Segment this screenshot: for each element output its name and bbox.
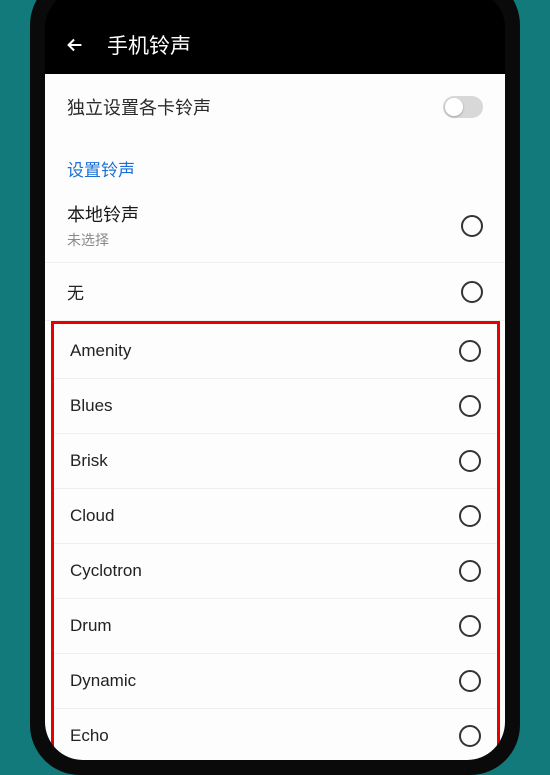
dual-sim-toggle-label: 独立设置各卡铃声 bbox=[67, 94, 211, 120]
ringtone-label: Drum bbox=[70, 616, 112, 636]
phone-frame: 手机铃声 独立设置各卡铃声 设置铃声 本地铃声 未选择 无 bbox=[30, 0, 520, 775]
radio-unchecked-icon bbox=[459, 505, 481, 527]
none-ringtone-label: 无 bbox=[67, 279, 84, 304]
none-ringtone-row[interactable]: 无 bbox=[45, 263, 505, 321]
radio-unchecked-icon bbox=[459, 670, 481, 692]
radio-unchecked-icon bbox=[461, 281, 483, 303]
ringtone-label: Dynamic bbox=[70, 671, 136, 691]
local-ringtone-row[interactable]: 本地铃声 未选择 bbox=[45, 189, 505, 263]
ringtone-label: Cyclotron bbox=[70, 561, 142, 581]
radio-unchecked-icon bbox=[459, 615, 481, 637]
page-title: 手机铃声 bbox=[107, 30, 191, 60]
ringtone-row[interactable]: Drum bbox=[54, 599, 497, 654]
arrow-left-icon bbox=[64, 34, 86, 56]
highlighted-ringtone-list: Amenity Blues Brisk Cloud Cyclotron bbox=[51, 321, 500, 760]
ringtone-row[interactable]: Cloud bbox=[54, 489, 497, 544]
radio-unchecked-icon bbox=[459, 450, 481, 472]
back-button[interactable] bbox=[63, 33, 87, 57]
section-label: 设置铃声 bbox=[45, 142, 505, 189]
ringtone-label: Cloud bbox=[70, 506, 114, 526]
notch bbox=[205, 0, 345, 14]
ringtone-label: Blues bbox=[70, 396, 113, 416]
dual-sim-toggle-row[interactable]: 独立设置各卡铃声 bbox=[45, 74, 505, 142]
ringtone-label: Echo bbox=[70, 726, 109, 746]
toggle-switch[interactable] bbox=[443, 96, 483, 118]
radio-unchecked-icon bbox=[459, 725, 481, 747]
phone-screen: 手机铃声 独立设置各卡铃声 设置铃声 本地铃声 未选择 无 bbox=[45, 0, 505, 760]
ringtone-row[interactable]: Blues bbox=[54, 379, 497, 434]
radio-unchecked-icon bbox=[459, 340, 481, 362]
ringtone-row[interactable]: Amenity bbox=[54, 324, 497, 379]
ringtone-row[interactable]: Echo bbox=[54, 709, 497, 760]
ringtone-label: Amenity bbox=[70, 341, 131, 361]
ringtone-row[interactable]: Cyclotron bbox=[54, 544, 497, 599]
content-scroll[interactable]: 独立设置各卡铃声 设置铃声 本地铃声 未选择 无 Amenity bbox=[45, 74, 505, 760]
radio-unchecked-icon bbox=[459, 395, 481, 417]
ringtone-row[interactable]: Dynamic bbox=[54, 654, 497, 709]
local-ringtone-title: 本地铃声 bbox=[67, 201, 139, 227]
ringtone-label: Brisk bbox=[70, 451, 108, 471]
ringtone-row[interactable]: Brisk bbox=[54, 434, 497, 489]
local-ringtone-subtitle: 未选择 bbox=[67, 230, 139, 250]
radio-unchecked-icon bbox=[461, 215, 483, 237]
radio-unchecked-icon bbox=[459, 560, 481, 582]
